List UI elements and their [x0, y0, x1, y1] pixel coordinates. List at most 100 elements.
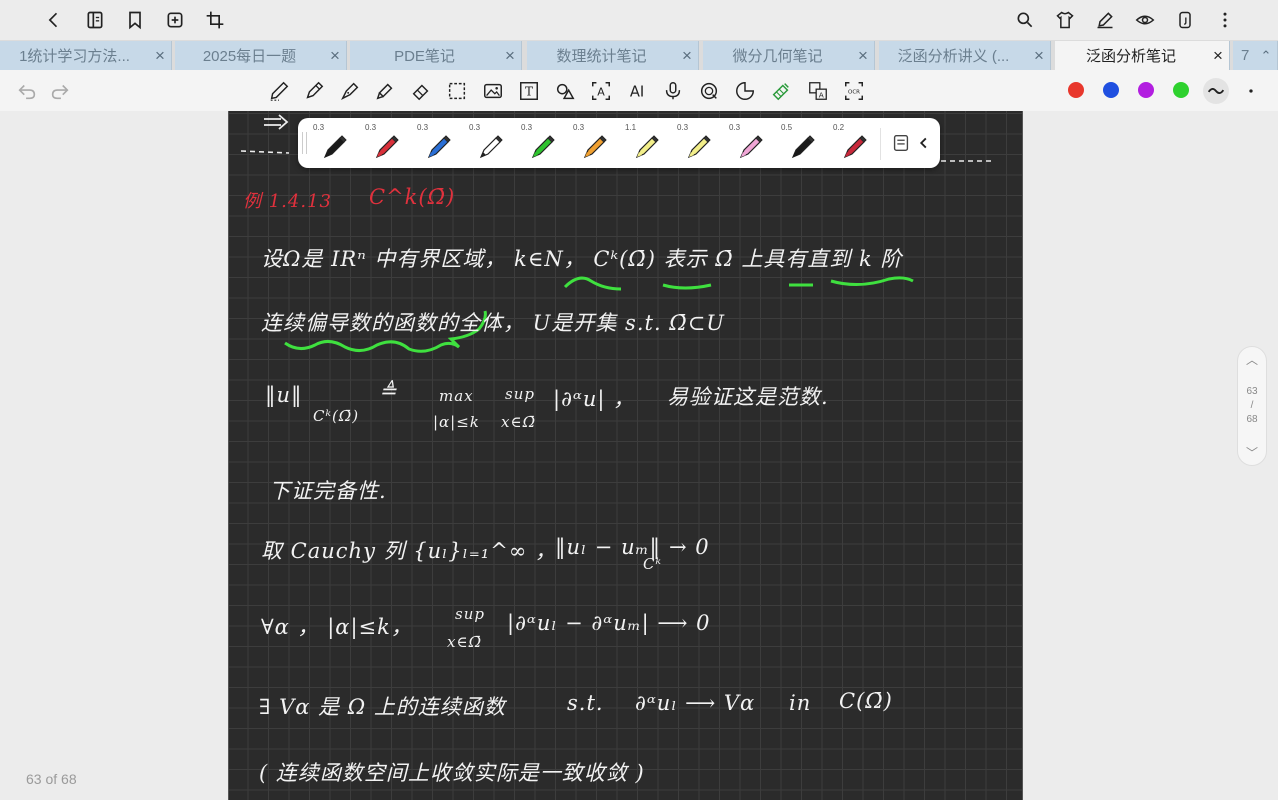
tab-8[interactable]: 7 ⌃ [1233, 41, 1278, 70]
highlighter-icon[interactable] [372, 78, 398, 104]
stroke-style-icon[interactable] [1203, 78, 1229, 104]
outline-icon[interactable] [83, 8, 107, 32]
pen-preset[interactable]: 0.3 [464, 121, 514, 165]
close-icon[interactable]: × [676, 46, 698, 66]
collapse-chevron-icon[interactable] [911, 130, 937, 156]
add-page-icon[interactable] [163, 8, 187, 32]
pen-preset[interactable]: 0.5 [776, 121, 826, 165]
tab-3[interactable]: PDE笔记 × [350, 41, 522, 70]
pen-icon [479, 135, 503, 159]
fountain-pen-icon[interactable] [337, 78, 363, 104]
tab-2[interactable]: 2025每日一题 × [175, 41, 347, 70]
more-vert-icon[interactable] [1213, 8, 1237, 32]
pen-edit-icon[interactable] [1093, 8, 1117, 32]
image-icon[interactable] [480, 78, 506, 104]
close-icon[interactable]: × [852, 46, 874, 66]
pen-preset[interactable]: 0.3 [568, 121, 618, 165]
bookmark-icon[interactable] [123, 8, 147, 32]
translate-icon[interactable]: A [805, 78, 831, 104]
exists-conv: ∂ᵅuₗ ⟶ Vα [635, 691, 756, 715]
tab-active[interactable]: 泛函分析笔记 × [1055, 41, 1230, 70]
tab-6[interactable]: 泛函分析讲义 (... × [879, 41, 1051, 70]
color-blue[interactable] [1103, 82, 1119, 98]
ocr-icon[interactable]: OCR [841, 78, 867, 104]
text-recognize-icon[interactable]: A [588, 78, 614, 104]
pen-preset[interactable]: 1.1 [620, 121, 670, 165]
exists-st: s.t. [567, 691, 604, 715]
example-number: 例 1.4.13 [243, 191, 332, 212]
norm-subscript: Cᵏ(Ω̄) [313, 407, 360, 425]
pen-preset[interactable]: 0.3 [672, 121, 722, 165]
pen-icon [427, 135, 451, 159]
note-page[interactable]: 例 1.4.13 C^k(Ω̄) 设Ω是 IRⁿ 中有界区域， k∈N， Cᵏ(… [228, 111, 1023, 800]
page-up-chevron-icon[interactable]: ︿ [1246, 351, 1258, 368]
norm-def-symbol: ≜ [379, 379, 398, 403]
shape-stamp-icon[interactable] [732, 78, 758, 104]
shapes-icon[interactable] [552, 78, 578, 104]
forall-sup-sub: x∈Ω̄ [447, 633, 482, 651]
color-green[interactable] [1173, 82, 1189, 98]
tab-1[interactable]: 1统计学习方法... × [0, 41, 172, 70]
close-icon[interactable]: × [149, 46, 171, 66]
norm-sup-sub: x∈Ω̄ [501, 413, 536, 431]
pen-icon[interactable] [301, 78, 327, 104]
tab-5[interactable]: 微分几何笔记 × [703, 41, 875, 70]
svg-text:A: A [597, 86, 605, 99]
tab-label: 泛函分析讲义 (... [897, 48, 1010, 65]
color-purple[interactable] [1138, 82, 1154, 98]
pen-preset[interactable]: 0.3 [360, 121, 410, 165]
tape-icon[interactable] [768, 78, 794, 104]
pen-preset[interactable]: 0.2 [828, 121, 878, 165]
svg-text:AI: AI [630, 84, 644, 101]
pencil-icon[interactable] [266, 78, 292, 104]
pen-preset-bar: 0.3 0.3 0.3 0.3 0.3 0.3 1.1 0.3 0.3 0.5 … [298, 118, 940, 168]
undo-icon[interactable] [14, 78, 40, 104]
back-icon[interactable] [42, 8, 66, 32]
search-icon[interactable] [1013, 8, 1037, 32]
close-icon[interactable]: × [1207, 46, 1229, 66]
pen-preset[interactable]: 0.3 [516, 121, 566, 165]
pen-icon [583, 135, 607, 159]
color-red[interactable] [1068, 82, 1084, 98]
example-space: C^k(Ω̄) [369, 185, 456, 209]
cauchy-conv-sub: Cᵏ [643, 555, 662, 573]
tab-4[interactable]: 数理统计笔记 × [527, 41, 699, 70]
shirt-icon[interactable] [1053, 8, 1077, 32]
close-icon[interactable]: × [1028, 46, 1050, 66]
pen-icon [323, 135, 347, 159]
text-box-icon[interactable]: T [516, 78, 542, 104]
redo-icon[interactable] [47, 78, 73, 104]
ai-icon[interactable]: AI [624, 78, 650, 104]
pen-preset[interactable]: 0.3 [412, 121, 462, 165]
mic-icon[interactable] [660, 78, 686, 104]
pen-icon [843, 135, 867, 159]
tab-label: 数理统计笔记 [556, 48, 647, 65]
tab-label: 微分几何笔记 [732, 48, 823, 65]
eye-icon[interactable] [1133, 8, 1157, 32]
line-2: 连续偏导数的函数的全体， U是开集 s.t. Ω̄⊂U [261, 311, 725, 335]
close-icon[interactable]: × [324, 46, 346, 66]
device-icon[interactable] [1173, 8, 1197, 32]
drag-handle[interactable] [302, 132, 307, 154]
pen-preset[interactable]: 0.3 [724, 121, 774, 165]
exists-in: in [789, 691, 812, 715]
tab-label: 2025每日一题 [202, 48, 297, 65]
pen-preset[interactable]: 0.3 [308, 121, 358, 165]
crop-icon[interactable] [203, 8, 227, 32]
scroll-up-icon[interactable]: ⌃ [1255, 48, 1277, 64]
exists-line: ∃ Vα 是 Ω 上的连续函数 [259, 695, 506, 719]
stroke-width-icon[interactable] [1238, 78, 1264, 104]
sticker-icon[interactable] [696, 78, 722, 104]
tab-label: 泛函分析笔记 [1085, 48, 1176, 65]
eraser-icon[interactable] [408, 78, 434, 104]
exists-space: C(Ω̄) [839, 689, 893, 713]
norm-body: |∂ᵅu| ， [553, 387, 636, 411]
pen-icon [531, 135, 555, 159]
total-pages: 68 [1246, 414, 1258, 425]
cauchy-conv-tail: → 0 [669, 535, 710, 559]
svg-text:OCR: OCR [848, 89, 860, 95]
lasso-select-icon[interactable] [444, 78, 470, 104]
close-icon[interactable]: × [499, 46, 521, 66]
page-down-chevron-icon[interactable]: ﹀ [1246, 444, 1258, 461]
page-count-label: 63 of 68 [26, 771, 77, 787]
